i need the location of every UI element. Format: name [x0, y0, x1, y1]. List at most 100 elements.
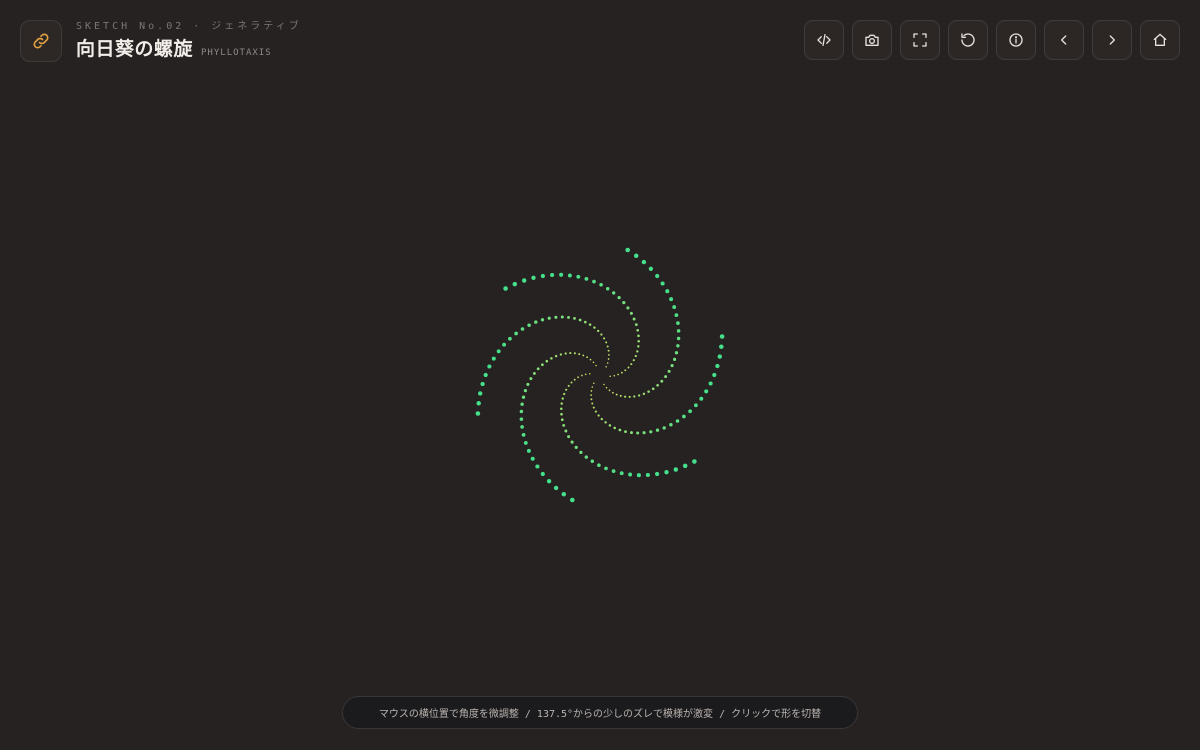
spiral-dot	[676, 336, 681, 341]
spiral-dot	[567, 273, 572, 278]
spiral-dot	[483, 372, 488, 378]
page-title: 向日葵の螺旋	[76, 38, 194, 60]
spiral-dot	[560, 418, 564, 422]
reset-button[interactable]	[948, 20, 988, 60]
spiral-dot	[547, 316, 551, 320]
spiral-dot	[561, 397, 564, 400]
spiral-dot	[540, 471, 545, 477]
spiral-dot	[642, 392, 646, 396]
logo-button[interactable]	[20, 20, 62, 62]
sketch-app: SKETCH No.02 · ジェネラティブ 向日葵の螺旋 PHYLLOTAXI…	[0, 0, 1200, 750]
spiral-dot	[581, 374, 583, 377]
spiral-dot	[637, 334, 640, 338]
screenshot-button[interactable]	[852, 20, 892, 60]
spiral-dot	[567, 384, 570, 387]
spiral-dot	[521, 433, 526, 437]
spiral-dot	[586, 356, 588, 359]
spiral-dot	[621, 371, 623, 374]
spiral-dot	[613, 374, 616, 377]
spiral-dot	[582, 354, 585, 357]
spiral-dot	[662, 426, 666, 430]
spiral-dot	[570, 381, 573, 384]
spiral-dot	[523, 440, 528, 445]
fullscreen-icon	[913, 33, 927, 47]
hint-text: マウスの横位置で角度を微調整 / 137.5°からの少しのズレで模様が激変 / …	[378, 709, 822, 720]
spiral-dot	[637, 394, 641, 397]
spiral-dot	[665, 289, 670, 294]
prev-sketch-button[interactable]	[1044, 20, 1084, 60]
spiral-dot	[564, 429, 568, 433]
spiral-dots	[475, 247, 725, 503]
spiral-dot	[693, 403, 698, 408]
spiral-dot	[560, 407, 563, 411]
spiral-dot	[590, 398, 593, 401]
phyllotaxis-canvas[interactable]	[0, 0, 1200, 750]
chevron-left-icon	[1061, 35, 1067, 45]
spiral-dot	[563, 392, 566, 396]
spiral-dot	[605, 366, 607, 368]
spiral-dot	[475, 411, 481, 416]
spiral-dot	[618, 428, 622, 432]
spiral-dot	[612, 291, 616, 295]
spiral-dot	[608, 354, 610, 356]
spiral-dot	[584, 277, 589, 281]
spiral-dot	[592, 279, 596, 284]
spiral-dot	[560, 315, 564, 319]
spiral-dot	[603, 383, 605, 386]
spiral-dot	[520, 402, 524, 406]
spiral-dot	[546, 479, 552, 484]
spiral-dot	[570, 497, 575, 503]
info-icon	[1009, 33, 1023, 47]
spiral-dot	[628, 472, 633, 477]
spiral-dot	[527, 323, 531, 327]
spiral-dot	[634, 323, 638, 327]
spiral-dot	[593, 382, 595, 384]
spiral-dot	[578, 353, 581, 356]
spiral-dot	[636, 328, 640, 332]
spiral-dot	[561, 491, 567, 497]
spiral-dot	[673, 467, 679, 472]
spiral-dot	[508, 336, 512, 341]
spiral-dot	[605, 341, 608, 344]
spiral-dot	[629, 311, 633, 315]
spiral-dot	[584, 455, 588, 459]
spiral-dot	[712, 372, 717, 378]
spiral-dot	[636, 431, 640, 435]
spiral-dot	[633, 395, 636, 398]
spiral-dot	[656, 383, 659, 387]
spiral-dot	[590, 394, 592, 396]
spiral-dot	[627, 366, 630, 369]
spiral-dot	[669, 423, 673, 427]
spiral-dot	[607, 349, 610, 352]
spiral-dot	[503, 286, 508, 291]
spiral-dot	[636, 350, 639, 353]
next-sketch-button[interactable]	[1092, 20, 1132, 60]
spiral-dot	[577, 376, 579, 379]
spiral-dot	[692, 459, 697, 464]
spiral-dot	[630, 363, 633, 366]
spiral-dot	[531, 275, 536, 280]
spiral-dot	[536, 367, 540, 371]
spiral-dot	[604, 421, 607, 424]
spiral-dot	[550, 272, 555, 278]
spiral-dot	[719, 334, 725, 339]
chevron-right-icon	[1109, 35, 1115, 45]
spiral-dot	[624, 369, 627, 372]
camera-icon	[865, 34, 879, 46]
spiral-dot	[672, 305, 677, 310]
spiral-dot	[526, 448, 531, 453]
spiral-dot	[591, 386, 594, 388]
spiral-dot	[535, 464, 540, 469]
info-button[interactable]	[996, 20, 1036, 60]
spiral-dot	[560, 402, 563, 405]
spiral-dot	[526, 382, 530, 386]
spiral-dot	[480, 381, 485, 387]
view-source-button[interactable]	[804, 20, 844, 60]
spiral-dot	[649, 430, 653, 434]
home-button[interactable]	[1140, 20, 1180, 60]
fullscreen-button[interactable]	[900, 20, 940, 60]
spiral-dot	[624, 430, 627, 434]
spiral-dot	[624, 395, 627, 398]
spiral-dot	[673, 357, 677, 361]
spiral-dot	[591, 402, 594, 405]
